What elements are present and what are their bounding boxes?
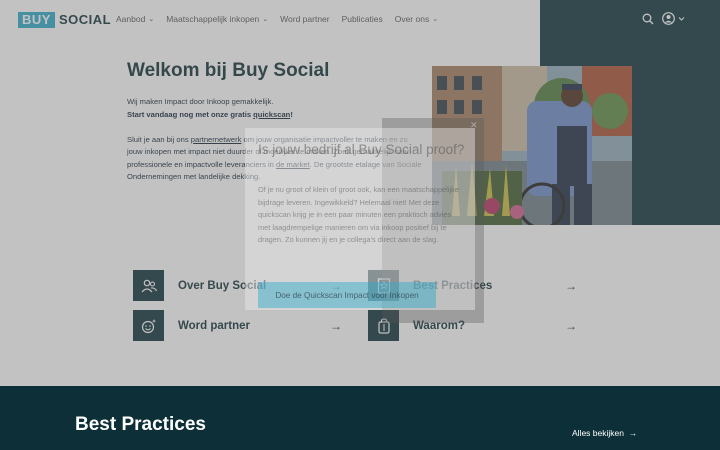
- close-icon[interactable]: ✕: [470, 120, 478, 131]
- modal-title: Is jouw bedrijf al Buy Social proof?: [258, 142, 465, 157]
- modal-text: Of je nu groot of klein of groot ook, ka…: [258, 185, 459, 244]
- section-title: Best Practices: [75, 414, 206, 435]
- arrow-right-icon: →: [626, 428, 638, 438]
- best-practices-section: Best Practices Alles bekijken →: [0, 386, 720, 450]
- quickscan-button[interactable]: Doe de Quickscan Impact voor Inkopen: [258, 282, 436, 308]
- alles-bekijken-link[interactable]: Alles bekijken →: [572, 428, 637, 438]
- link-label: Alles bekijken: [572, 428, 624, 438]
